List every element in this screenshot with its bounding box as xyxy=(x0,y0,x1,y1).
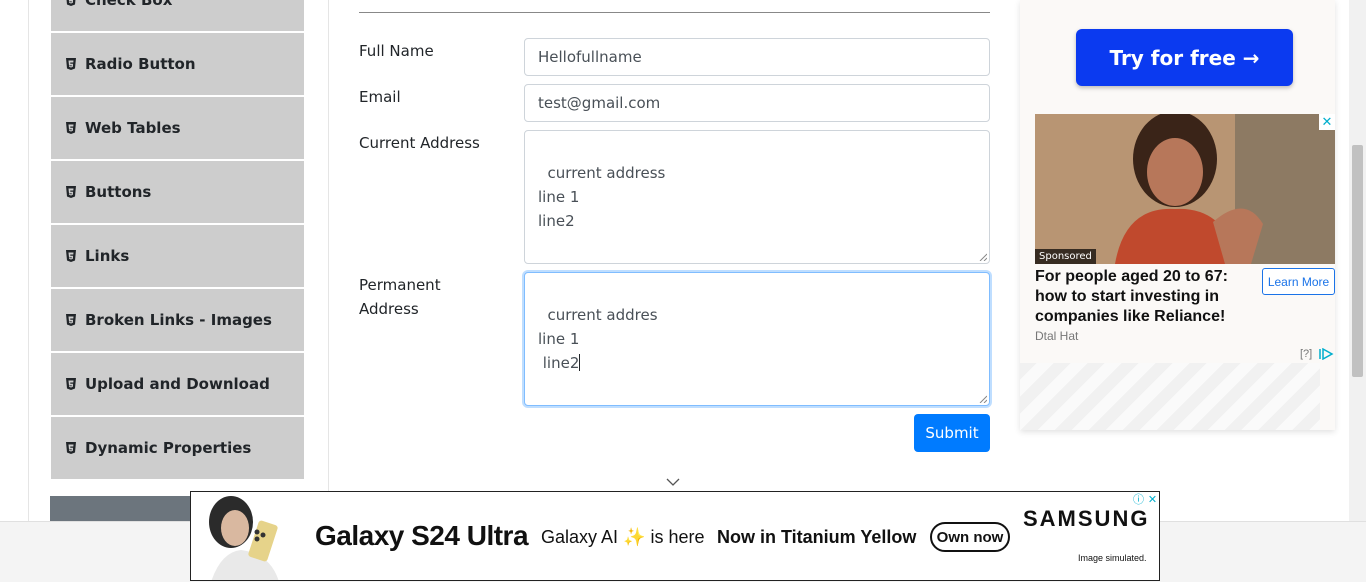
ad-info-link[interactable]: [?] xyxy=(1300,348,1312,360)
permanent-address-textarea[interactable]: current addres line 1 line2 xyxy=(524,272,990,406)
sidebar-item-broken-links[interactable]: Broken Links - Images xyxy=(51,289,304,351)
chevron-down-icon[interactable] xyxy=(666,477,680,487)
page-border xyxy=(28,0,29,521)
sidebar-item-dynamic-properties[interactable]: Dynamic Properties xyxy=(51,417,304,479)
permanent-address-text: current addres line 1 line2 xyxy=(538,306,658,372)
bottom-ad-banner[interactable]: Galaxy S24 Ultra Galaxy AI ✨ is here Now… xyxy=(190,491,1160,581)
sidebar-item-label: Radio Button xyxy=(85,55,196,73)
sidebar-item-label: Check Box xyxy=(85,0,173,9)
own-now-button[interactable]: Own now xyxy=(930,522,1010,552)
ad-photo-woman xyxy=(1035,114,1335,264)
full-name-input[interactable]: Hellofullname xyxy=(524,38,990,76)
permanent-address-label: Permanent Address xyxy=(359,273,441,321)
sidebar-item-label: Web Tables xyxy=(85,119,181,137)
email-label: Email xyxy=(359,88,401,106)
resize-handle-icon[interactable] xyxy=(979,253,987,261)
column-divider xyxy=(328,0,329,521)
samsung-logo: SAMSUNG xyxy=(1023,506,1150,531)
ad-image[interactable]: ✕ Sponsored xyxy=(1035,114,1335,264)
ad-close-icon[interactable]: ✕ xyxy=(1319,114,1335,130)
scrollbar-thumb[interactable] xyxy=(1352,145,1363,377)
form-divider xyxy=(359,12,990,13)
sidebar-item-check-box[interactable]: Check Box xyxy=(51,0,304,31)
html5-icon xyxy=(64,250,77,263)
html5-icon xyxy=(64,0,77,7)
sidebar-item-buttons[interactable]: Buttons xyxy=(51,161,304,223)
banner-model-name: Galaxy S24 Ultra xyxy=(315,520,529,551)
permanent-address-label-line2: Address xyxy=(359,300,419,318)
current-address-textarea[interactable]: current address line 1 line2 xyxy=(524,130,990,264)
sidebar-item-label: Buttons xyxy=(85,183,152,201)
html5-icon xyxy=(64,58,77,71)
learn-more-button[interactable]: Learn More xyxy=(1262,268,1335,295)
submit-button[interactable]: Submit xyxy=(914,414,990,452)
ad-background-pattern xyxy=(1020,363,1320,430)
full-name-label: Full Name xyxy=(359,42,434,60)
ad-source: Dtal Hat xyxy=(1035,329,1079,343)
try-for-free-button[interactable]: Try for free → xyxy=(1076,29,1293,86)
sidebar-item-label: Upload and Download xyxy=(85,375,270,393)
current-address-label: Current Address xyxy=(359,134,480,152)
html5-icon xyxy=(64,122,77,135)
sidebar-item-links[interactable]: Links xyxy=(51,225,304,287)
ad-headline[interactable]: For people aged 20 to 67: how to start i… xyxy=(1035,267,1255,327)
ad-banner-photo xyxy=(191,492,309,580)
sponsored-label: Sponsored xyxy=(1035,249,1096,264)
sidebar-item-label: Links xyxy=(85,247,130,265)
resize-handle-icon[interactable] xyxy=(979,395,987,403)
sidebar-item-radio-button[interactable]: Radio Button xyxy=(51,33,304,95)
adchoices-icon[interactable] xyxy=(1318,348,1334,360)
ad-info-icon[interactable]: ⓘ xyxy=(1133,492,1144,507)
html5-icon xyxy=(64,378,77,391)
sidebar-item-upload-download[interactable]: Upload and Download xyxy=(51,353,304,415)
html5-icon xyxy=(64,442,77,455)
html5-icon xyxy=(64,186,77,199)
sidebar-item-label: Broken Links - Images xyxy=(85,311,272,329)
ad-close-icon[interactable]: ✕ xyxy=(1148,493,1157,506)
sidebar-item-label: Dynamic Properties xyxy=(85,439,252,457)
sidebar-item-web-tables[interactable]: Web Tables xyxy=(51,97,304,159)
permanent-address-label-line1: Permanent xyxy=(359,276,441,294)
email-input[interactable]: test@gmail.com xyxy=(524,84,990,122)
banner-promo-text: Now in Titanium Yellow xyxy=(717,527,917,547)
html5-icon xyxy=(64,314,77,327)
banner-disclaimer: Image simulated. xyxy=(1078,553,1147,563)
banner-ai-text: Galaxy AI ✨ is here xyxy=(541,527,705,547)
text-caret xyxy=(579,354,581,371)
current-address-text: current address line 1 line2 xyxy=(538,164,666,230)
